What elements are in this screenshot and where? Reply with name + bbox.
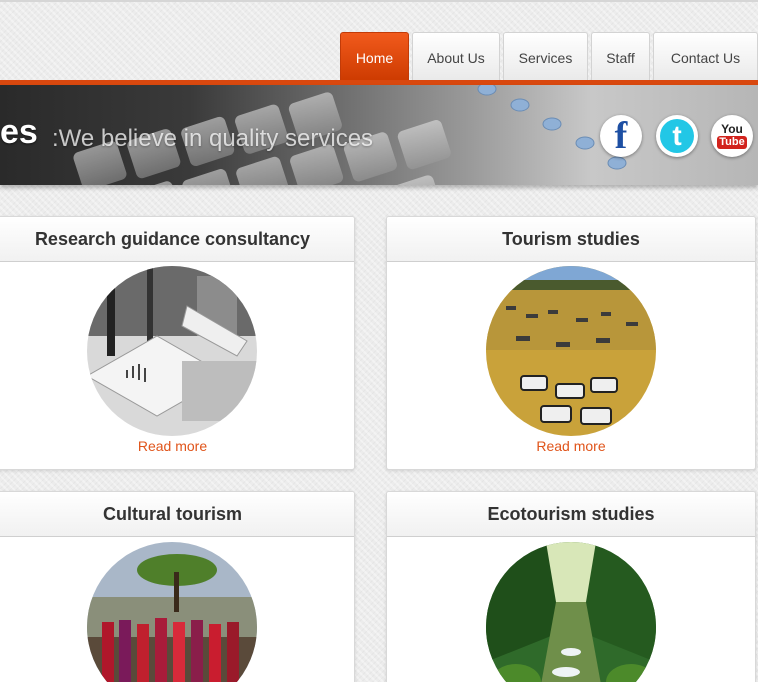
youtube-icon: You Tube bbox=[717, 122, 747, 149]
facebook-link[interactable]: f bbox=[600, 115, 642, 157]
nav-home[interactable]: Home bbox=[340, 32, 409, 82]
youtube-link[interactable]: You Tube bbox=[711, 115, 753, 157]
banner-tagline: :We believe in quality services bbox=[52, 125, 374, 152]
nav-staff-label: Staff bbox=[606, 49, 635, 66]
forest-photo-illustration bbox=[486, 542, 656, 682]
research-photo-illustration bbox=[87, 266, 257, 436]
twitter-icon: t bbox=[660, 119, 694, 153]
twitter-link[interactable]: t bbox=[656, 115, 698, 157]
youtube-icon-bottom: Tube bbox=[717, 136, 747, 149]
nav-services-label: Services bbox=[518, 49, 573, 66]
card-title: Research guidance consultancy bbox=[0, 217, 354, 262]
card-title: Tourism studies bbox=[387, 217, 755, 262]
facebook-icon: f bbox=[614, 115, 628, 157]
top-border bbox=[0, 0, 758, 2]
card-ecotourism: Ecotourism studies bbox=[386, 491, 756, 682]
nav-home-label: Home bbox=[355, 49, 394, 66]
research-image bbox=[87, 266, 257, 436]
banner-title-fragment: es bbox=[0, 113, 38, 151]
savanna-photo-illustration bbox=[486, 266, 656, 436]
ecotourism-image bbox=[486, 542, 656, 682]
cultural-image bbox=[87, 542, 257, 682]
twitter-icon-letter: t bbox=[672, 120, 682, 151]
nav-staff[interactable]: Staff bbox=[591, 32, 650, 82]
nav-contact-us[interactable]: Contact Us bbox=[653, 32, 758, 82]
tourism-image bbox=[486, 266, 656, 436]
read-more-link[interactable]: Read more bbox=[0, 438, 354, 454]
nav-about-label: About Us bbox=[427, 49, 485, 66]
nav-about-us[interactable]: About Us bbox=[412, 32, 500, 82]
nav-services[interactable]: Services bbox=[503, 32, 588, 82]
read-more-link[interactable]: Read more bbox=[387, 438, 755, 454]
card-tourism: Tourism studies Read more bbox=[386, 216, 756, 470]
card-title: Ecotourism studies bbox=[387, 492, 755, 537]
maasai-photo-illustration bbox=[87, 542, 257, 682]
nav-contact-label: Contact Us bbox=[670, 49, 741, 66]
card-research: Research guidance consultancy Read more bbox=[0, 216, 355, 470]
hero-banner: es :We believe in quality services f t Y… bbox=[0, 85, 758, 185]
youtube-icon-top: You bbox=[721, 122, 743, 136]
card-title: Cultural tourism bbox=[0, 492, 354, 537]
card-cultural: Cultural tourism bbox=[0, 491, 355, 682]
